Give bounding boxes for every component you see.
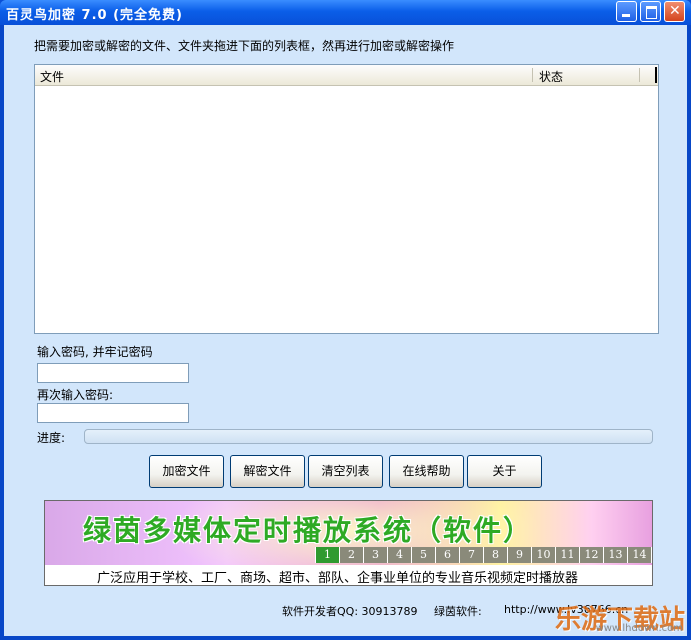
banner-number-cell: 10 bbox=[531, 547, 555, 563]
about-button[interactable]: 关于 bbox=[467, 455, 542, 488]
banner-number-cell: 4 bbox=[387, 547, 411, 563]
password-label: 输入密码, 并牢记密码 bbox=[37, 345, 153, 359]
watermark-url: www.lhdown.com bbox=[595, 623, 683, 634]
banner-number-cell: 1 bbox=[315, 547, 339, 563]
banner-number-cell: 6 bbox=[435, 547, 459, 563]
encrypt-button[interactable]: 加密文件 bbox=[149, 455, 224, 488]
window-border-bottom bbox=[0, 636, 691, 640]
progress-label: 进度: bbox=[37, 431, 66, 445]
minimize-icon bbox=[622, 14, 630, 17]
decrypt-button[interactable]: 解密文件 bbox=[230, 455, 305, 488]
column-file[interactable]: 文件 bbox=[40, 68, 64, 85]
banner-number-cell: 7 bbox=[459, 547, 483, 563]
developer-info: 软件开发者QQ: 30913789 bbox=[282, 605, 418, 618]
close-button[interactable]: ✕ bbox=[664, 1, 685, 22]
title-bar[interactable]: 百灵鸟加密 7.0 (完全免费) ✕ bbox=[0, 0, 691, 25]
banner-number-strip: 12345678910111213141 bbox=[315, 547, 652, 563]
banner-background: 绿茵多媒体定时播放系统（软件） 12345678910111213141 bbox=[45, 501, 652, 585]
window-border-right bbox=[687, 25, 691, 640]
banner-number-cell: 13 bbox=[603, 547, 627, 563]
app-window: 百灵鸟加密 7.0 (完全免费) ✕ 把需要加密或解密的文件、文件夹拖进下面的列… bbox=[0, 0, 691, 640]
column-separator-end bbox=[655, 67, 657, 83]
ad-banner[interactable]: 绿茵多媒体定时播放系统（软件） 12345678910111213141 广泛应… bbox=[44, 500, 653, 586]
confirm-password-input[interactable] bbox=[37, 403, 189, 423]
close-icon: ✕ bbox=[669, 3, 681, 19]
column-separator[interactable] bbox=[639, 68, 640, 82]
banner-subtitle: 广泛应用于学校、工厂、商场、超市、部队、企事业单位的专业音乐视频定时播放器 bbox=[97, 571, 579, 586]
column-separator[interactable] bbox=[532, 68, 533, 82]
instructions-text: 把需要加密或解密的文件、文件夹拖进下面的列表框，然再进行加密或解密操作 bbox=[34, 39, 455, 53]
banner-number-cell: 1 bbox=[651, 547, 652, 563]
minimize-button[interactable] bbox=[616, 1, 637, 22]
maximize-icon bbox=[646, 6, 657, 19]
banner-number-cell: 14 bbox=[627, 547, 651, 563]
software-label: 绿茵软件: bbox=[434, 605, 482, 618]
banner-title: 绿茵多媒体定时播放系统（软件） bbox=[83, 514, 534, 547]
password-input[interactable] bbox=[37, 363, 189, 383]
banner-subtitle-bar: 广泛应用于学校、工厂、商场、超市、部队、企事业单位的专业音乐视频定时播放器 bbox=[45, 565, 652, 585]
banner-number-cell: 2 bbox=[339, 547, 363, 563]
maximize-button[interactable] bbox=[640, 1, 661, 22]
banner-number-cell: 5 bbox=[411, 547, 435, 563]
progress-bar bbox=[84, 429, 653, 444]
banner-number-cell: 8 bbox=[483, 547, 507, 563]
banner-number-cell: 9 bbox=[507, 547, 531, 563]
confirm-password-label: 再次输入密码: bbox=[37, 388, 114, 402]
banner-number-cell: 12 bbox=[579, 547, 603, 563]
window-title: 百灵鸟加密 7.0 (完全免费) bbox=[6, 8, 183, 23]
online-help-button[interactable]: 在线帮助 bbox=[389, 455, 464, 488]
file-list[interactable]: 文件 状态 bbox=[34, 64, 659, 334]
column-status[interactable]: 状态 bbox=[539, 68, 563, 85]
banner-number-cell: 3 bbox=[363, 547, 387, 563]
banner-number-cell: 11 bbox=[555, 547, 579, 563]
clear-list-button[interactable]: 清空列表 bbox=[308, 455, 383, 488]
file-list-header: 文件 状态 bbox=[35, 65, 658, 86]
